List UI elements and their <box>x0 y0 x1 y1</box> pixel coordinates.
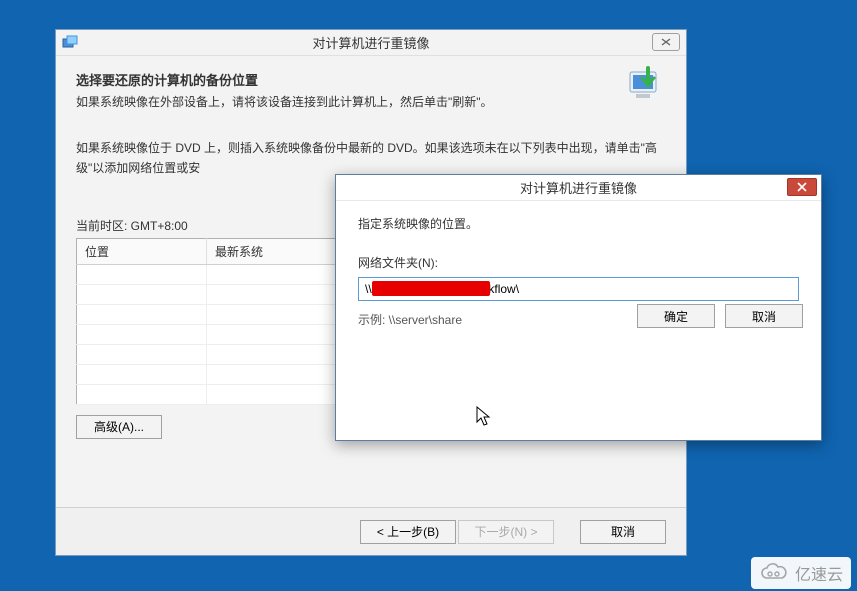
cloud-logo-icon <box>759 563 789 583</box>
wizard-heading: 选择要还原的计算机的备份位置 <box>76 70 666 89</box>
watermark-text: 亿速云 <box>795 561 843 585</box>
advanced-button[interactable]: 高级(A)... <box>76 415 162 439</box>
cancel-button-sub[interactable]: 取消 <box>725 304 803 328</box>
main-titlebar[interactable]: 对计算机进行重镜像 <box>56 30 686 56</box>
wizard-instructions: 如果系统映像位于 DVD 上，则插入系统映像备份中最新的 DVD。如果该选项未在… <box>76 138 666 179</box>
network-folder-label: 网络文件夹(N): <box>358 254 799 271</box>
main-title: 对计算机进行重镜像 <box>312 33 429 52</box>
close-button-main[interactable] <box>652 33 680 51</box>
network-location-dialog: 对计算机进行重镜像 指定系统映像的位置。 网络文件夹(N): 示例: \\ser… <box>335 174 822 441</box>
sub-prompt: 指定系统映像的位置。 <box>358 215 799 232</box>
app-icon <box>62 34 78 50</box>
sub-title: 对计算机进行重镜像 <box>520 178 637 197</box>
cancel-button-main[interactable]: 取消 <box>580 520 666 544</box>
col-location[interactable]: 位置 <box>77 238 207 264</box>
close-button-sub[interactable] <box>787 178 817 196</box>
computer-restore-icon <box>624 64 664 112</box>
watermark: 亿速云 <box>751 557 851 589</box>
redaction-mark <box>372 281 490 296</box>
ok-button[interactable]: 确定 <box>637 304 715 328</box>
back-button[interactable]: < 上一步(B) <box>360 520 456 544</box>
sub-titlebar[interactable]: 对计算机进行重镜像 <box>336 175 821 201</box>
wizard-footer: < 上一步(B) 下一步(N) > 取消 <box>56 507 686 555</box>
wizard-subheading: 如果系统映像在外部设备上，请将该设备连接到此计算机上，然后单击"刷新"。 <box>76 93 666 110</box>
next-button: 下一步(N) > <box>458 520 554 544</box>
